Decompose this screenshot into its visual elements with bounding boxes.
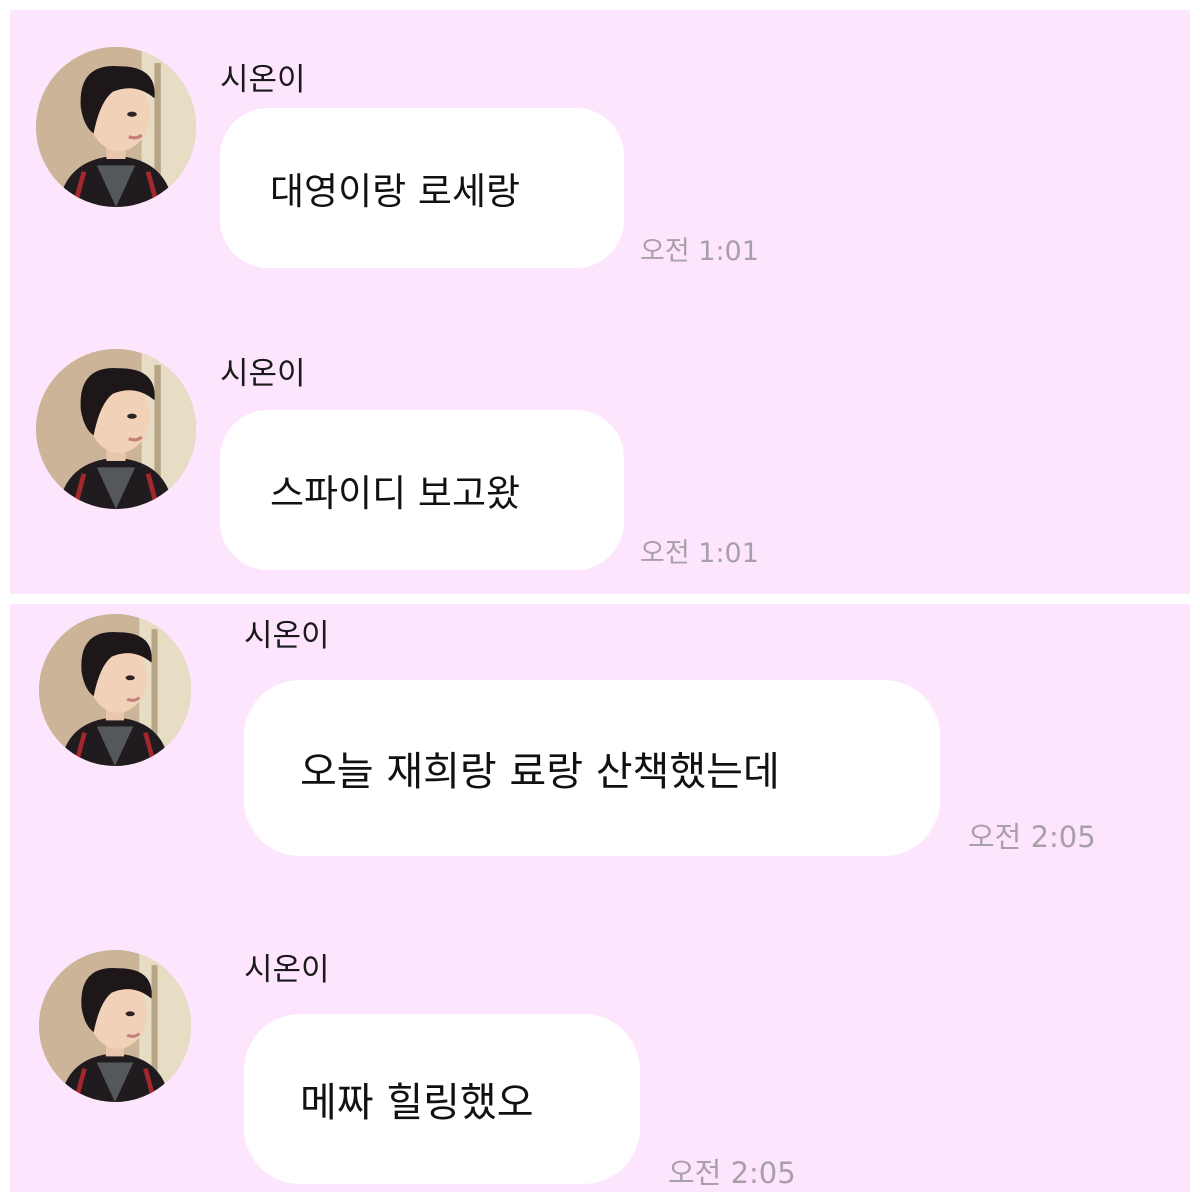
profile-photo-avatar-icon: [36, 349, 196, 509]
message-bubble[interactable]: 대영이랑 로세랑: [220, 108, 624, 268]
message-timestamp: 오전 1:01: [640, 236, 759, 267]
sender-name: 시온이: [220, 62, 306, 98]
message-timestamp: 오전 2:05: [968, 820, 1096, 854]
sender-name: 시온이: [220, 356, 306, 392]
message-text: 대영이랑 로세랑: [270, 170, 521, 213]
chat-panel-top[interactable]: 시온이 대영이랑 로세랑 오전 1:01 시온이 스파이디 보고왔 오전 1:0…: [10, 10, 1190, 594]
message-timestamp: 오전 1:01: [640, 538, 759, 569]
profile-photo-avatar-icon: [36, 47, 196, 207]
profile-photo-avatar-icon: [39, 950, 191, 1102]
avatar[interactable]: [36, 349, 196, 509]
avatar[interactable]: [39, 614, 191, 766]
chat-panel-bottom[interactable]: 시온이 오늘 재희랑 료랑 산책했는데 오전 2:05 시온이 메짜 힐링했오 …: [10, 604, 1190, 1192]
message-text: 오늘 재희랑 료랑 산책했는데: [300, 749, 780, 795]
message-timestamp: 오전 2:05: [668, 1156, 796, 1190]
message-bubble[interactable]: 스파이디 보고왔: [220, 410, 624, 570]
message-bubble[interactable]: 오늘 재희랑 료랑 산책했는데: [244, 680, 940, 856]
sender-name: 시온이: [244, 618, 330, 654]
message-text: 스파이디 보고왔: [270, 472, 521, 515]
sender-name: 시온이: [244, 952, 330, 988]
avatar[interactable]: [39, 950, 191, 1102]
profile-photo-avatar-icon: [39, 614, 191, 766]
chat-screenshot: 시온이 대영이랑 로세랑 오전 1:01 시온이 스파이디 보고왔 오전 1:0…: [0, 0, 1200, 1200]
message-text: 메짜 힐링했오: [300, 1080, 534, 1126]
message-bubble[interactable]: 메짜 힐링했오: [244, 1014, 640, 1184]
avatar[interactable]: [36, 47, 196, 207]
